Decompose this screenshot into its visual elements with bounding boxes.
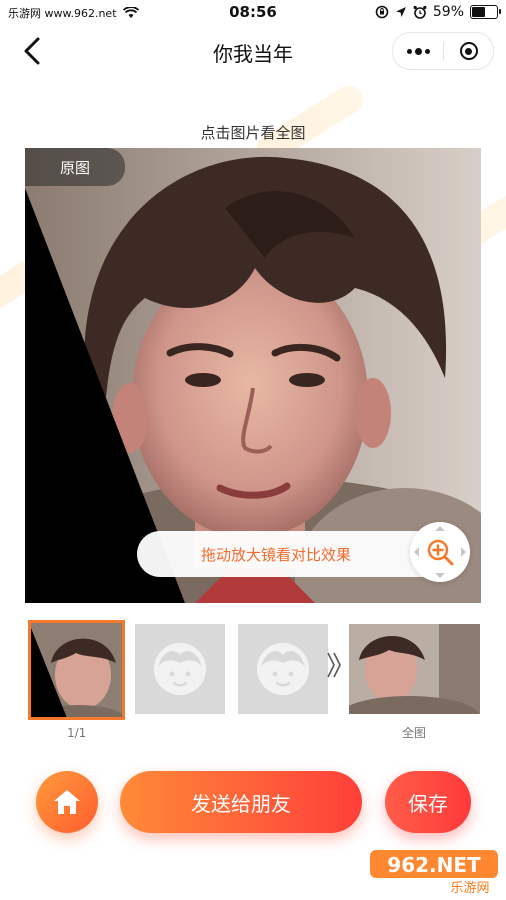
rotation-lock-icon: [375, 5, 389, 19]
full-image-label: 全图: [402, 726, 427, 740]
thumbnail-placeholder[interactable]: [135, 624, 225, 714]
magnifier-tip-text: 拖动放大镜看对比效果: [200, 546, 351, 564]
svg-text:乐游网: 乐游网: [450, 881, 489, 896]
arrow-left-icon: [409, 547, 419, 557]
face-placeholder-icon: [257, 643, 309, 695]
arrow-down-icon: [435, 573, 445, 583]
arrow-up-icon: [435, 521, 445, 531]
thumbnail-selected[interactable]: [28, 620, 125, 720]
thumbnail-portrait: [31, 623, 122, 717]
close-mini-program-button[interactable]: [444, 33, 493, 69]
target-icon: [459, 42, 478, 60]
location-icon: [395, 7, 406, 17]
more-dot-icon: [414, 47, 422, 55]
battery-icon: [470, 5, 501, 19]
battery-fill: [472, 7, 485, 17]
page-indicator: 1/1: [67, 726, 87, 740]
original-image-badge: 原图: [25, 148, 125, 186]
status-right: 59%: [375, 4, 501, 20]
face-placeholder-icon: [154, 643, 206, 695]
save-button[interactable]: 保存: [385, 771, 471, 833]
zoom-in-icon: [427, 539, 454, 566]
more-options-button[interactable]: [393, 33, 443, 69]
home-icon: [54, 790, 80, 814]
status-bar: 乐游网 www.962.net 08:56 59%: [0, 0, 506, 26]
svg-text:962.NET: 962.NET: [387, 853, 481, 877]
site-watermark: 962.NET 乐游网: [370, 848, 500, 896]
more-dot-icon: [406, 48, 412, 54]
battery-percent: 59%: [432, 4, 464, 20]
battery-cap: [499, 9, 501, 14]
mini-program-capsule: [392, 32, 494, 70]
more-dot-icon: [424, 48, 430, 54]
double-chevron-right-icon: [327, 652, 341, 678]
thumbnail-full-image[interactable]: [349, 624, 480, 714]
magnifier-handle[interactable]: [410, 522, 470, 582]
home-button[interactable]: [36, 771, 98, 833]
thumbnail-strip: 1/1 全图: [0, 620, 506, 740]
tap-hint: 点击图片看全图: [200, 124, 306, 142]
thumbnail-placeholder[interactable]: [238, 624, 328, 714]
magnifier-tip: 拖动放大镜看对比效果: [137, 531, 447, 577]
send-to-friend-button[interactable]: 发送给朋友: [120, 771, 362, 833]
alarm-icon: [413, 5, 427, 19]
navigation-bar: 你我当年: [0, 26, 506, 76]
thumbnail-full-portrait: [349, 624, 480, 714]
watermark-logo: 962.NET 乐游网: [370, 850, 498, 896]
arrow-right-icon: [461, 547, 471, 557]
